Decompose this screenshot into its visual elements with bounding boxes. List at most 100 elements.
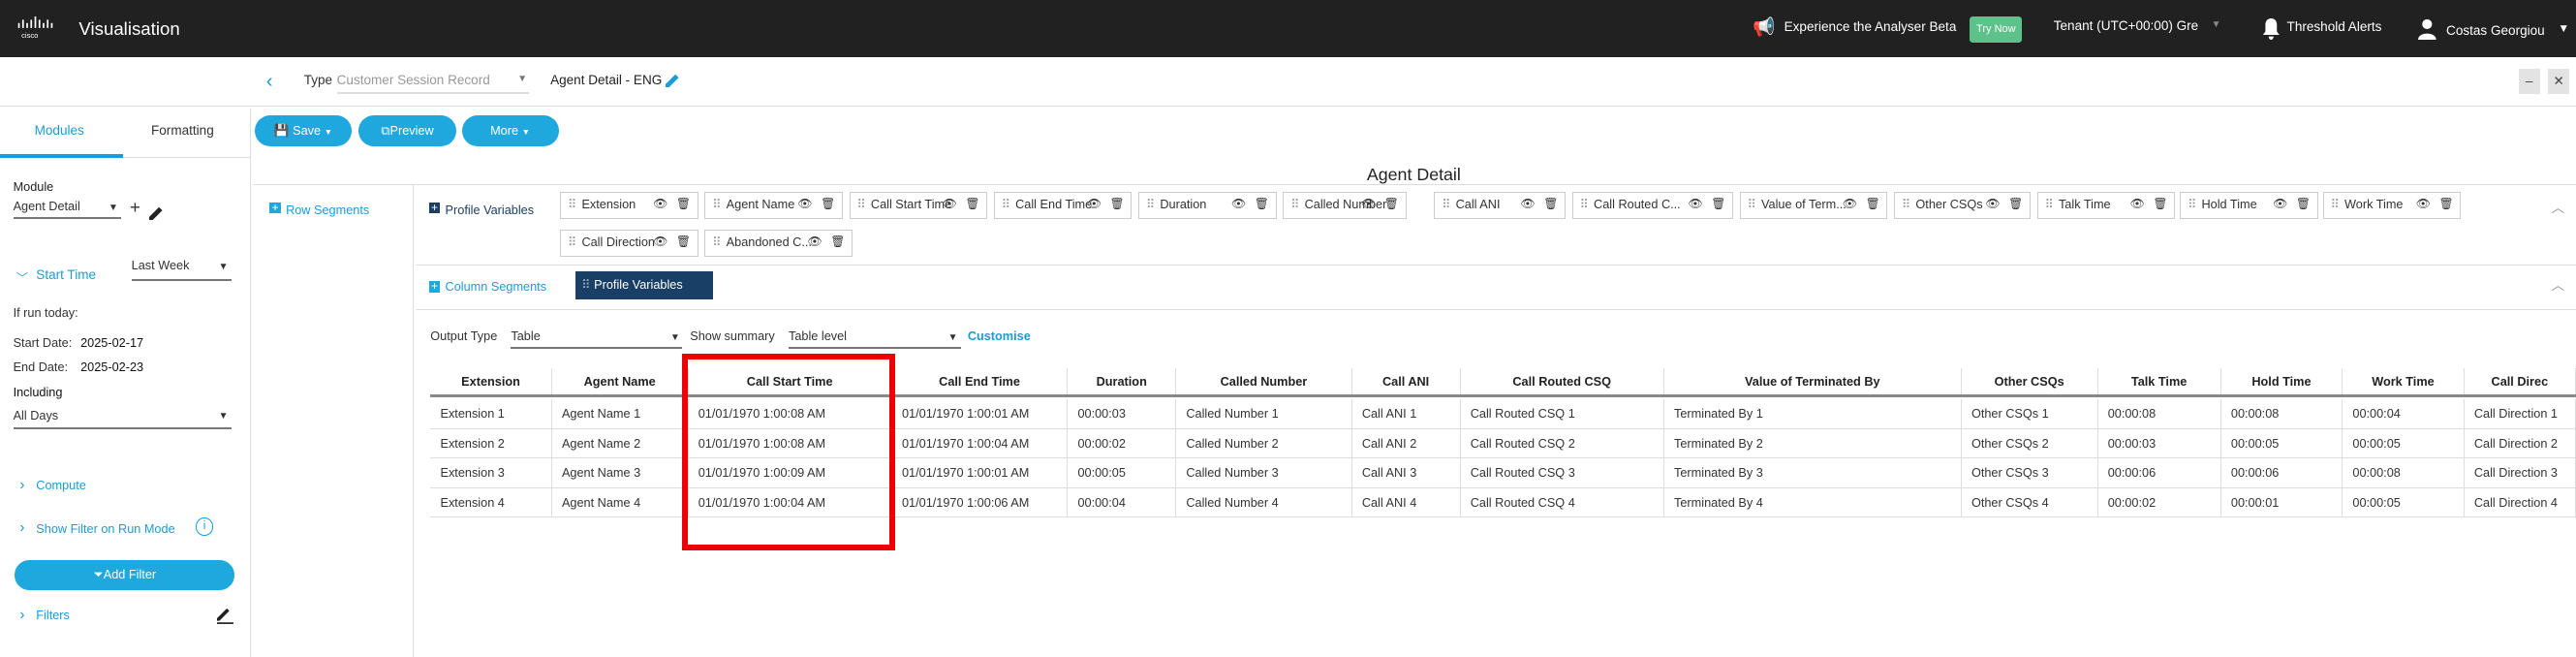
trash-icon[interactable]: 🗑: [676, 231, 691, 254]
variable-chip[interactable]: ⠿ Abandoned C... 👁 🗑: [704, 230, 853, 257]
eye-icon[interactable]: 👁: [1361, 193, 1376, 216]
trash-icon[interactable]: 🗑: [1543, 193, 1558, 216]
eye-icon[interactable]: 👁: [1231, 193, 1246, 216]
variable-chip[interactable]: ⠿ Call End Time 👁 🗑: [993, 192, 1133, 219]
minimize-button[interactable]: ‒: [2518, 69, 2540, 94]
variable-chip[interactable]: ⠿ Work Time 👁 🗑: [2322, 192, 2462, 219]
user-menu-chevron-icon[interactable]: ▼: [2558, 21, 2569, 35]
tab-modules[interactable]: Modules: [35, 123, 84, 138]
column-segments-label[interactable]: Column Segments: [446, 279, 547, 294]
trash-icon[interactable]: 🗑: [1866, 193, 1880, 216]
compute-chevron-icon[interactable]: ›: [19, 477, 24, 493]
row-segments-label[interactable]: Row Segments: [286, 203, 369, 217]
module-select[interactable]: Agent Detail: [14, 199, 80, 213]
trash-icon[interactable]: 🗑: [1711, 193, 1725, 216]
variable-chip[interactable]: ⠿ Value of Term... 👁 🗑: [1739, 192, 1888, 219]
column-header[interactable]: Call Direc: [2465, 367, 2576, 396]
variable-chip[interactable]: ⠿ Hold Time 👁 🗑: [2180, 192, 2318, 219]
column-header[interactable]: Call End Time: [892, 367, 1069, 396]
more-button[interactable]: More ▼: [461, 114, 559, 146]
column-header[interactable]: Call Routed CSQ: [1461, 367, 1664, 396]
eye-icon[interactable]: 👁: [2130, 193, 2145, 216]
variable-chip[interactable]: ⠿ Talk Time 👁 🗑: [2036, 192, 2176, 219]
start-time-select[interactable]: Last Week: [132, 258, 190, 272]
column-segments-add-icon[interactable]: +: [428, 280, 441, 293]
variable-chip[interactable]: ⠿ Extension 👁 🗑: [560, 192, 698, 219]
eye-icon[interactable]: 👁: [2273, 193, 2287, 216]
trash-icon[interactable]: 🗑: [2296, 193, 2311, 216]
column-header[interactable]: Hold Time: [2221, 367, 2343, 396]
type-select[interactable]: Customer Session Record: [337, 73, 490, 87]
trash-icon[interactable]: 🗑: [965, 193, 979, 216]
trash-icon[interactable]: 🗑: [2153, 193, 2167, 216]
add-module-icon[interactable]: +: [130, 197, 140, 218]
column-header[interactable]: Work Time: [2343, 367, 2465, 396]
column-header[interactable]: Other CSQs: [1962, 367, 2098, 396]
show-summary-select[interactable]: Table level: [789, 328, 847, 343]
preview-button[interactable]: ⧉Preview: [357, 114, 457, 146]
trash-icon[interactable]: 🗑: [821, 193, 835, 216]
show-filter-toggle[interactable]: Show Filter on Run Mode: [36, 521, 174, 536]
close-button[interactable]: ✕: [2548, 69, 2570, 94]
customise-link[interactable]: Customise: [968, 328, 1031, 343]
start-time-chevron-icon[interactable]: ﹀: [16, 269, 28, 286]
eye-icon[interactable]: 👁: [653, 231, 667, 254]
trash-icon[interactable]: 🗑: [1110, 193, 1125, 216]
collapse-column-segments-icon[interactable]: ︿: [2552, 274, 2565, 294]
compute-toggle[interactable]: Compute: [36, 478, 86, 492]
trash-icon[interactable]: 🗑: [2438, 193, 2453, 216]
variable-chip[interactable]: ⠿ Call Routed C... 👁 🗑: [1571, 192, 1734, 219]
trash-icon[interactable]: 🗑: [1384, 193, 1399, 216]
column-header[interactable]: Extension: [430, 367, 552, 396]
trash-icon[interactable]: 🗑: [1255, 193, 1269, 216]
variable-chip[interactable]: ⠿ Other CSQs 👁 🗑: [1894, 192, 2031, 219]
variable-chip[interactable]: ⠿ Called Number 👁 🗑: [1283, 192, 1407, 219]
add-filter-button[interactable]: ⏷Add Filter: [15, 560, 235, 590]
filters-toggle[interactable]: Filters: [36, 608, 70, 622]
output-type-select[interactable]: Table: [511, 328, 540, 343]
eye-icon[interactable]: 👁: [653, 193, 667, 216]
save-button[interactable]: 💾 Save ▼: [254, 114, 352, 146]
column-header[interactable]: Called Number: [1176, 367, 1352, 396]
collapse-row-segments-icon[interactable]: ︿: [2552, 197, 2565, 216]
info-icon[interactable]: i: [195, 517, 214, 536]
row-segments-add-icon[interactable]: +: [269, 202, 281, 214]
profile-variables-add-icon[interactable]: +: [428, 202, 441, 214]
edit-pencil-icon[interactable]: [665, 73, 680, 87]
column-header[interactable]: Call ANI: [1352, 367, 1461, 396]
eye-icon[interactable]: 👁: [808, 231, 822, 254]
eye-icon[interactable]: 👁: [1087, 193, 1102, 216]
column-header[interactable]: Talk Time: [2098, 367, 2221, 396]
profile-variables-label[interactable]: Profile Variables: [446, 203, 535, 217]
edit-filters-icon[interactable]: [216, 608, 233, 625]
start-time-toggle[interactable]: Start Time: [36, 267, 96, 282]
show-filter-chevron-icon[interactable]: ›: [19, 519, 24, 536]
variable-chip[interactable]: ⠿ Call ANI 👁 🗑: [1434, 192, 1567, 219]
try-now-button[interactable]: Try Now: [1970, 16, 2023, 44]
eye-icon[interactable]: 👁: [1688, 193, 1702, 216]
eye-icon[interactable]: 👁: [1985, 193, 2000, 216]
column-header[interactable]: Duration: [1068, 367, 1177, 396]
tenant-selector[interactable]: Tenant (UTC+00:00) Gre: [2054, 18, 2198, 33]
column-header[interactable]: Value of Terminated By: [1664, 367, 1962, 396]
threshold-alerts-link[interactable]: Threshold Alerts: [2287, 19, 2382, 34]
filters-chevron-icon[interactable]: ›: [19, 607, 24, 623]
eye-icon[interactable]: 👁: [2416, 193, 2431, 216]
edit-module-icon[interactable]: [149, 205, 164, 221]
variable-chip[interactable]: ⠿ Call Direction 👁 🗑: [560, 230, 698, 257]
including-select[interactable]: All Days: [14, 408, 59, 422]
variable-chip[interactable]: ⠿ Call Start Time 👁 🗑: [849, 192, 988, 219]
trash-icon[interactable]: 🗑: [676, 193, 691, 216]
user-name[interactable]: Costas Georgiou: [2446, 23, 2545, 38]
trash-icon[interactable]: 🗑: [2008, 193, 2023, 216]
variable-chip[interactable]: ⠿ Duration 👁 🗑: [1138, 192, 1277, 219]
back-icon[interactable]: ‹: [266, 71, 273, 93]
column-header[interactable]: Agent Name: [552, 367, 689, 396]
eye-icon[interactable]: 👁: [797, 193, 812, 216]
eye-icon[interactable]: 👁: [1521, 193, 1536, 216]
eye-icon[interactable]: 👁: [943, 193, 957, 216]
column-profile-variables-chip[interactable]: ⠿ Profile Variables: [574, 270, 713, 299]
trash-icon[interactable]: 🗑: [830, 231, 845, 254]
bell-icon[interactable]: [2262, 17, 2281, 40]
beta-link[interactable]: Experience the Analyser Beta: [1785, 19, 1957, 34]
